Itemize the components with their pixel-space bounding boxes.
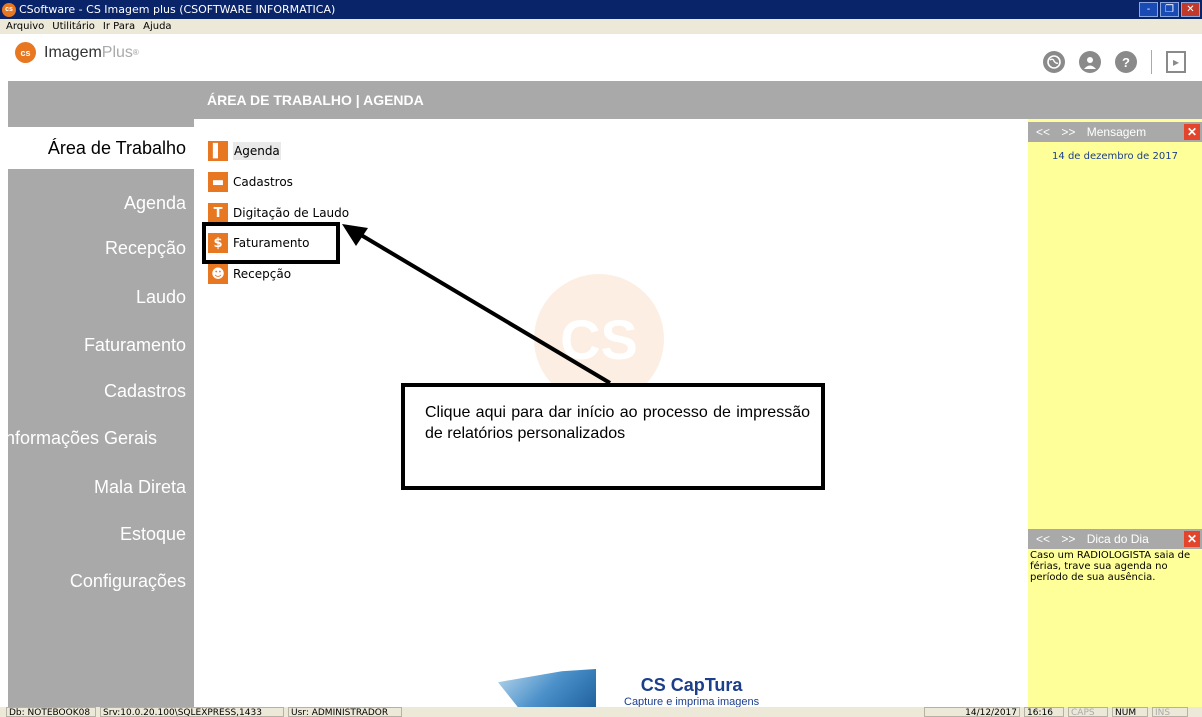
workspace-item-recepcao[interactable]: ☻ Recepção [208,262,291,286]
menu-ir-para[interactable]: Ir Para [103,21,135,32]
status-bar: Db: NOTEBOOK08 Srv:10.0.20.100\SQLEXPRES… [0,707,1202,717]
sidebar-item-area-de-trabalho[interactable]: Área de Trabalho [8,127,194,169]
status-caps: CAPS [1068,707,1108,717]
maximize-button[interactable]: ❐ [1160,2,1179,17]
folder-icon: ▬ [208,172,228,192]
menu-utilitario[interactable]: Utilitário [52,21,95,32]
sidebar-item-agenda[interactable]: Agenda [124,193,186,214]
text-icon: T [208,203,228,223]
tip-text: Caso um RADIOLOGISTA saia de férias, tra… [1030,550,1191,583]
brand-bar: cs Imagem Plus ® ? ▸ [0,34,1202,81]
workspace-item-label: Cadastros [233,175,293,189]
title-bar: cs CSoftware - CS Imagem plus (CSOFTWARE… [0,0,1202,19]
status-ins: INS [1152,707,1188,717]
message-prev-button[interactable]: << [1036,125,1050,139]
help-icon[interactable]: ? [1115,51,1137,73]
brand-registered-mark: ® [132,48,139,57]
captura-title: CS CapTura [640,674,743,695]
captura-subtitle: Capture e imprima imagens [624,695,760,708]
sidebar-item-mala-direta[interactable]: Mala Direta [94,477,186,498]
window-title: CSoftware - CS Imagem plus (CSOFTWARE IN… [19,3,336,16]
close-window-button[interactable]: ✕ [1181,2,1200,17]
sidebar-item-faturamento[interactable]: Faturamento [84,335,186,356]
tip-close-icon[interactable]: ✕ [1184,531,1200,547]
toolbar-divider [1151,50,1152,74]
window-controls: - ❐ ✕ [1139,2,1200,17]
message-close-icon[interactable]: ✕ [1184,124,1200,140]
tip-prev-button[interactable]: << [1036,532,1050,546]
sidebar-item-cadastros[interactable]: Cadastros [104,381,186,402]
message-next-button[interactable]: >> [1061,125,1075,139]
toolbar-icons: ? ▸ [1043,50,1186,74]
sidebar-item-recepcao[interactable]: Recepção [105,238,186,259]
workspace-item-label: Digitação de Laudo [233,206,350,220]
tip-next-button[interactable]: >> [1061,532,1075,546]
highlight-box [202,222,340,264]
status-num: NUM [1112,707,1148,717]
status-time: 16:16 [1024,707,1064,717]
cs-logo-icon: cs [15,42,36,63]
brand-name-part2: Plus [101,43,133,61]
book-icon: ▌ [208,141,228,161]
app-window: cs CSoftware - CS Imagem plus (CSOFTWARE… [0,0,1202,717]
annotation-callout: Clique aqui para dar início ao processo … [401,383,825,490]
right-panel: << >> Mensagem ✕ 14 de dezembro de 2017 … [1028,81,1202,707]
tip-panel-title: Dica do Dia [1086,532,1149,546]
brand-logo: cs Imagem Plus ® [15,42,139,63]
message-date: 14 de dezembro de 2017 [1052,151,1178,162]
sidebar-item-configuracoes[interactable]: Configurações [70,571,186,592]
callout-text: Clique aqui para dar início ao processo … [425,404,810,442]
user-icon[interactable] [1079,51,1101,73]
exit-icon[interactable]: ▸ [1166,51,1186,73]
status-db: Db: NOTEBOOK08 [6,707,96,717]
sidebar-item-laudo[interactable]: Laudo [136,287,186,308]
minimize-button[interactable]: - [1139,2,1158,17]
workspace-item-agenda[interactable]: ▌ Agenda [208,139,281,163]
sidebar-item-informacoes-gerais[interactable]: Informações Gerais [0,428,157,449]
status-user: Usr: ADMINISTRADOR [288,707,402,717]
menu-ajuda[interactable]: Ajuda [143,21,171,32]
page-title: ÁREA DE TRABALHO | AGENDA [194,81,1028,119]
menu-bar: Arquivo Utilitário Ir Para Ajuda [0,19,1202,34]
sidebar: Área de Trabalho Agenda Recepção Laudo F… [0,81,194,707]
message-panel-header: << >> Mensagem ✕ [1028,122,1202,142]
tip-panel-header: << >> Dica do Dia ✕ [1028,529,1202,549]
reception-icon: ☻ [208,264,228,284]
app-icon: cs [2,2,16,17]
globe-icon[interactable] [1043,51,1065,73]
brand-name-part1: Imagem [44,43,102,61]
menu-arquivo[interactable]: Arquivo [6,21,44,32]
right-panel-header-spacer [1028,81,1202,119]
workspace-item-label: Agenda [233,142,281,160]
sidebar-item-estoque[interactable]: Estoque [120,524,186,545]
workspace-item-cadastros[interactable]: ▬ Cadastros [208,170,293,194]
status-date: 14/12/2017 [924,707,1020,717]
workspace-item-label: Recepção [233,267,292,281]
message-panel-title: Mensagem [1086,125,1147,139]
status-server: Srv:10.0.20.100\SQLEXPRESS,1433 [100,707,284,717]
